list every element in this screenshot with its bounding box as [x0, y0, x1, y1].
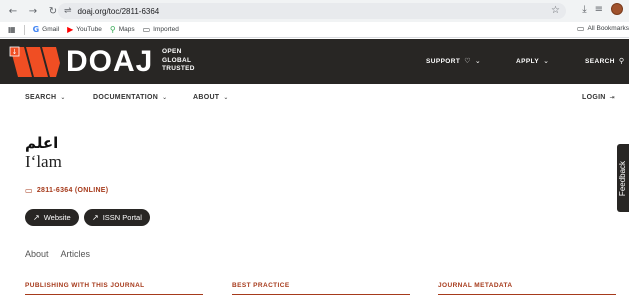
- site-header: ↓ DOAJ OPEN GLOBAL TRUSTED SUPPORT ♡ ⌄ A…: [0, 39, 629, 84]
- section-divider: [438, 294, 616, 295]
- secondary-nav: SEARCH ⌄ DOCUMENTATION ⌄ ABOUT ⌄ LOGIN ⇥: [0, 84, 629, 114]
- feedback-label: Feedback: [618, 160, 628, 196]
- bookmark-label: Gmail: [42, 26, 60, 33]
- nav-documentation-label: DOCUMENTATION: [93, 94, 159, 101]
- login-icon: ⇥: [609, 94, 615, 101]
- chevron-down-icon: ⌄: [162, 94, 168, 101]
- tagline-open: OPEN: [162, 48, 182, 55]
- youtube-icon: ▶: [67, 25, 74, 34]
- bookmark-imported[interactable]: ▭ Imported: [143, 25, 179, 34]
- bookmark-maps[interactable]: ⚲ Maps: [110, 25, 135, 34]
- issn-text: 2811-6364 (ONLINE): [36, 187, 109, 194]
- tab-about[interactable]: About: [25, 249, 49, 259]
- google-icon: G: [32, 25, 40, 34]
- heart-icon: ♡: [464, 57, 471, 65]
- search-icon: ⚲: [618, 57, 625, 65]
- journal-title: I‘lam: [25, 152, 62, 171]
- tagline: OPEN GLOBAL TRUSTED: [162, 48, 195, 74]
- bookmark-divider: [23, 24, 25, 35]
- chevron-down-icon: ⌄: [223, 94, 229, 101]
- url-text: doaj.org/toc/2811-6364: [77, 6, 160, 16]
- profile-avatar[interactable]: [611, 3, 623, 15]
- journal-title-arabic: اعلم: [25, 134, 59, 152]
- all-bookmarks[interactable]: ▭ All Bookmarks: [577, 24, 629, 33]
- chevron-down-icon: ⌄: [474, 57, 482, 65]
- nav-documentation[interactable]: DOCUMENTATION ⌄: [93, 94, 167, 101]
- section-publishing: PUBLISHING WITH THIS JOURNAL: [25, 282, 145, 289]
- back-icon[interactable]: ←: [6, 4, 20, 18]
- nav-about[interactable]: ABOUT ⌄: [193, 94, 229, 101]
- issn-portal-button[interactable]: ↗ ISSN Portal: [84, 209, 150, 226]
- tagline-trusted: TRUSTED: [162, 65, 195, 72]
- section-best-practice: BEST PRACTICE: [232, 282, 290, 289]
- download-icon[interactable]: ⤓: [582, 4, 586, 15]
- book-icon: ▭: [25, 186, 33, 195]
- external-link-icon: ↗: [33, 213, 40, 222]
- section-metadata: JOURNAL METADATA: [438, 282, 513, 289]
- bookmark-label: YouTube: [76, 26, 102, 33]
- support-label: SUPPORT: [426, 57, 461, 65]
- bookmark-label: Imported: [153, 26, 179, 33]
- folder-icon: ▭: [142, 25, 151, 34]
- feedback-tab[interactable]: Feedback: [617, 144, 629, 212]
- tab-articles[interactable]: Articles: [61, 249, 91, 259]
- extensions-icon[interactable]: ≡: [595, 4, 603, 15]
- issn-portal-label: ISSN Portal: [102, 213, 142, 222]
- browser-toolbar: ← → ↻ ⇌ doaj.org/toc/2811-6364 ☆ ⤓ ≡: [0, 0, 629, 22]
- bookmark-star-icon[interactable]: ☆: [551, 5, 560, 16]
- website-label: Website: [43, 213, 71, 222]
- section-divider: [25, 294, 203, 295]
- tagline-global: GLOBAL: [162, 56, 192, 64]
- apply-menu[interactable]: APPLY ⌄: [516, 57, 549, 65]
- maps-icon: ⚲: [109, 25, 116, 34]
- all-bookmarks-label: All Bookmarks: [587, 25, 629, 32]
- website-button[interactable]: ↗ Website: [25, 209, 79, 226]
- journal-tabs: About Articles: [25, 249, 90, 259]
- section-divider: [232, 294, 410, 295]
- header-search[interactable]: SEARCH ⚲: [585, 57, 624, 65]
- bookmark-label: Maps: [118, 26, 135, 33]
- address-bar[interactable]: ⇌ doaj.org/toc/2811-6364 ☆: [58, 3, 566, 19]
- folder-icon: ▭: [576, 24, 585, 33]
- logo-wordmark[interactable]: DOAJ: [66, 44, 153, 80]
- apply-label: APPLY: [516, 57, 540, 65]
- nav-about-label: ABOUT: [193, 94, 220, 101]
- bookmark-youtube[interactable]: ▶ YouTube: [67, 25, 102, 34]
- site-info-icon[interactable]: ⇌: [64, 6, 72, 16]
- apps-icon[interactable]: ▦: [8, 25, 16, 34]
- external-link-icon: ↗: [92, 213, 99, 222]
- nav-login-label: LOGIN: [582, 94, 606, 101]
- chevron-down-icon: ⌄: [60, 94, 66, 101]
- chevron-down-icon: ⌄: [543, 57, 550, 65]
- bookmark-gmail[interactable]: G Gmail: [33, 25, 60, 34]
- search-label: SEARCH: [585, 57, 615, 65]
- svg-text:↓: ↓: [12, 48, 18, 56]
- bookmarks-bar: ▦ G Gmail ▶ YouTube ⚲ Maps ▭ Imported ▭ …: [0, 22, 629, 38]
- issn-line: ▭ 2811-6364 (ONLINE): [25, 186, 108, 195]
- nav-login[interactable]: LOGIN ⇥: [582, 94, 615, 101]
- support-menu[interactable]: SUPPORT ♡ ⌄: [426, 57, 481, 65]
- forward-icon[interactable]: →: [26, 4, 40, 18]
- doaj-logo-icon[interactable]: ↓: [8, 45, 60, 79]
- nav-search-label: SEARCH: [25, 94, 57, 101]
- nav-search[interactable]: SEARCH ⌄: [25, 94, 66, 101]
